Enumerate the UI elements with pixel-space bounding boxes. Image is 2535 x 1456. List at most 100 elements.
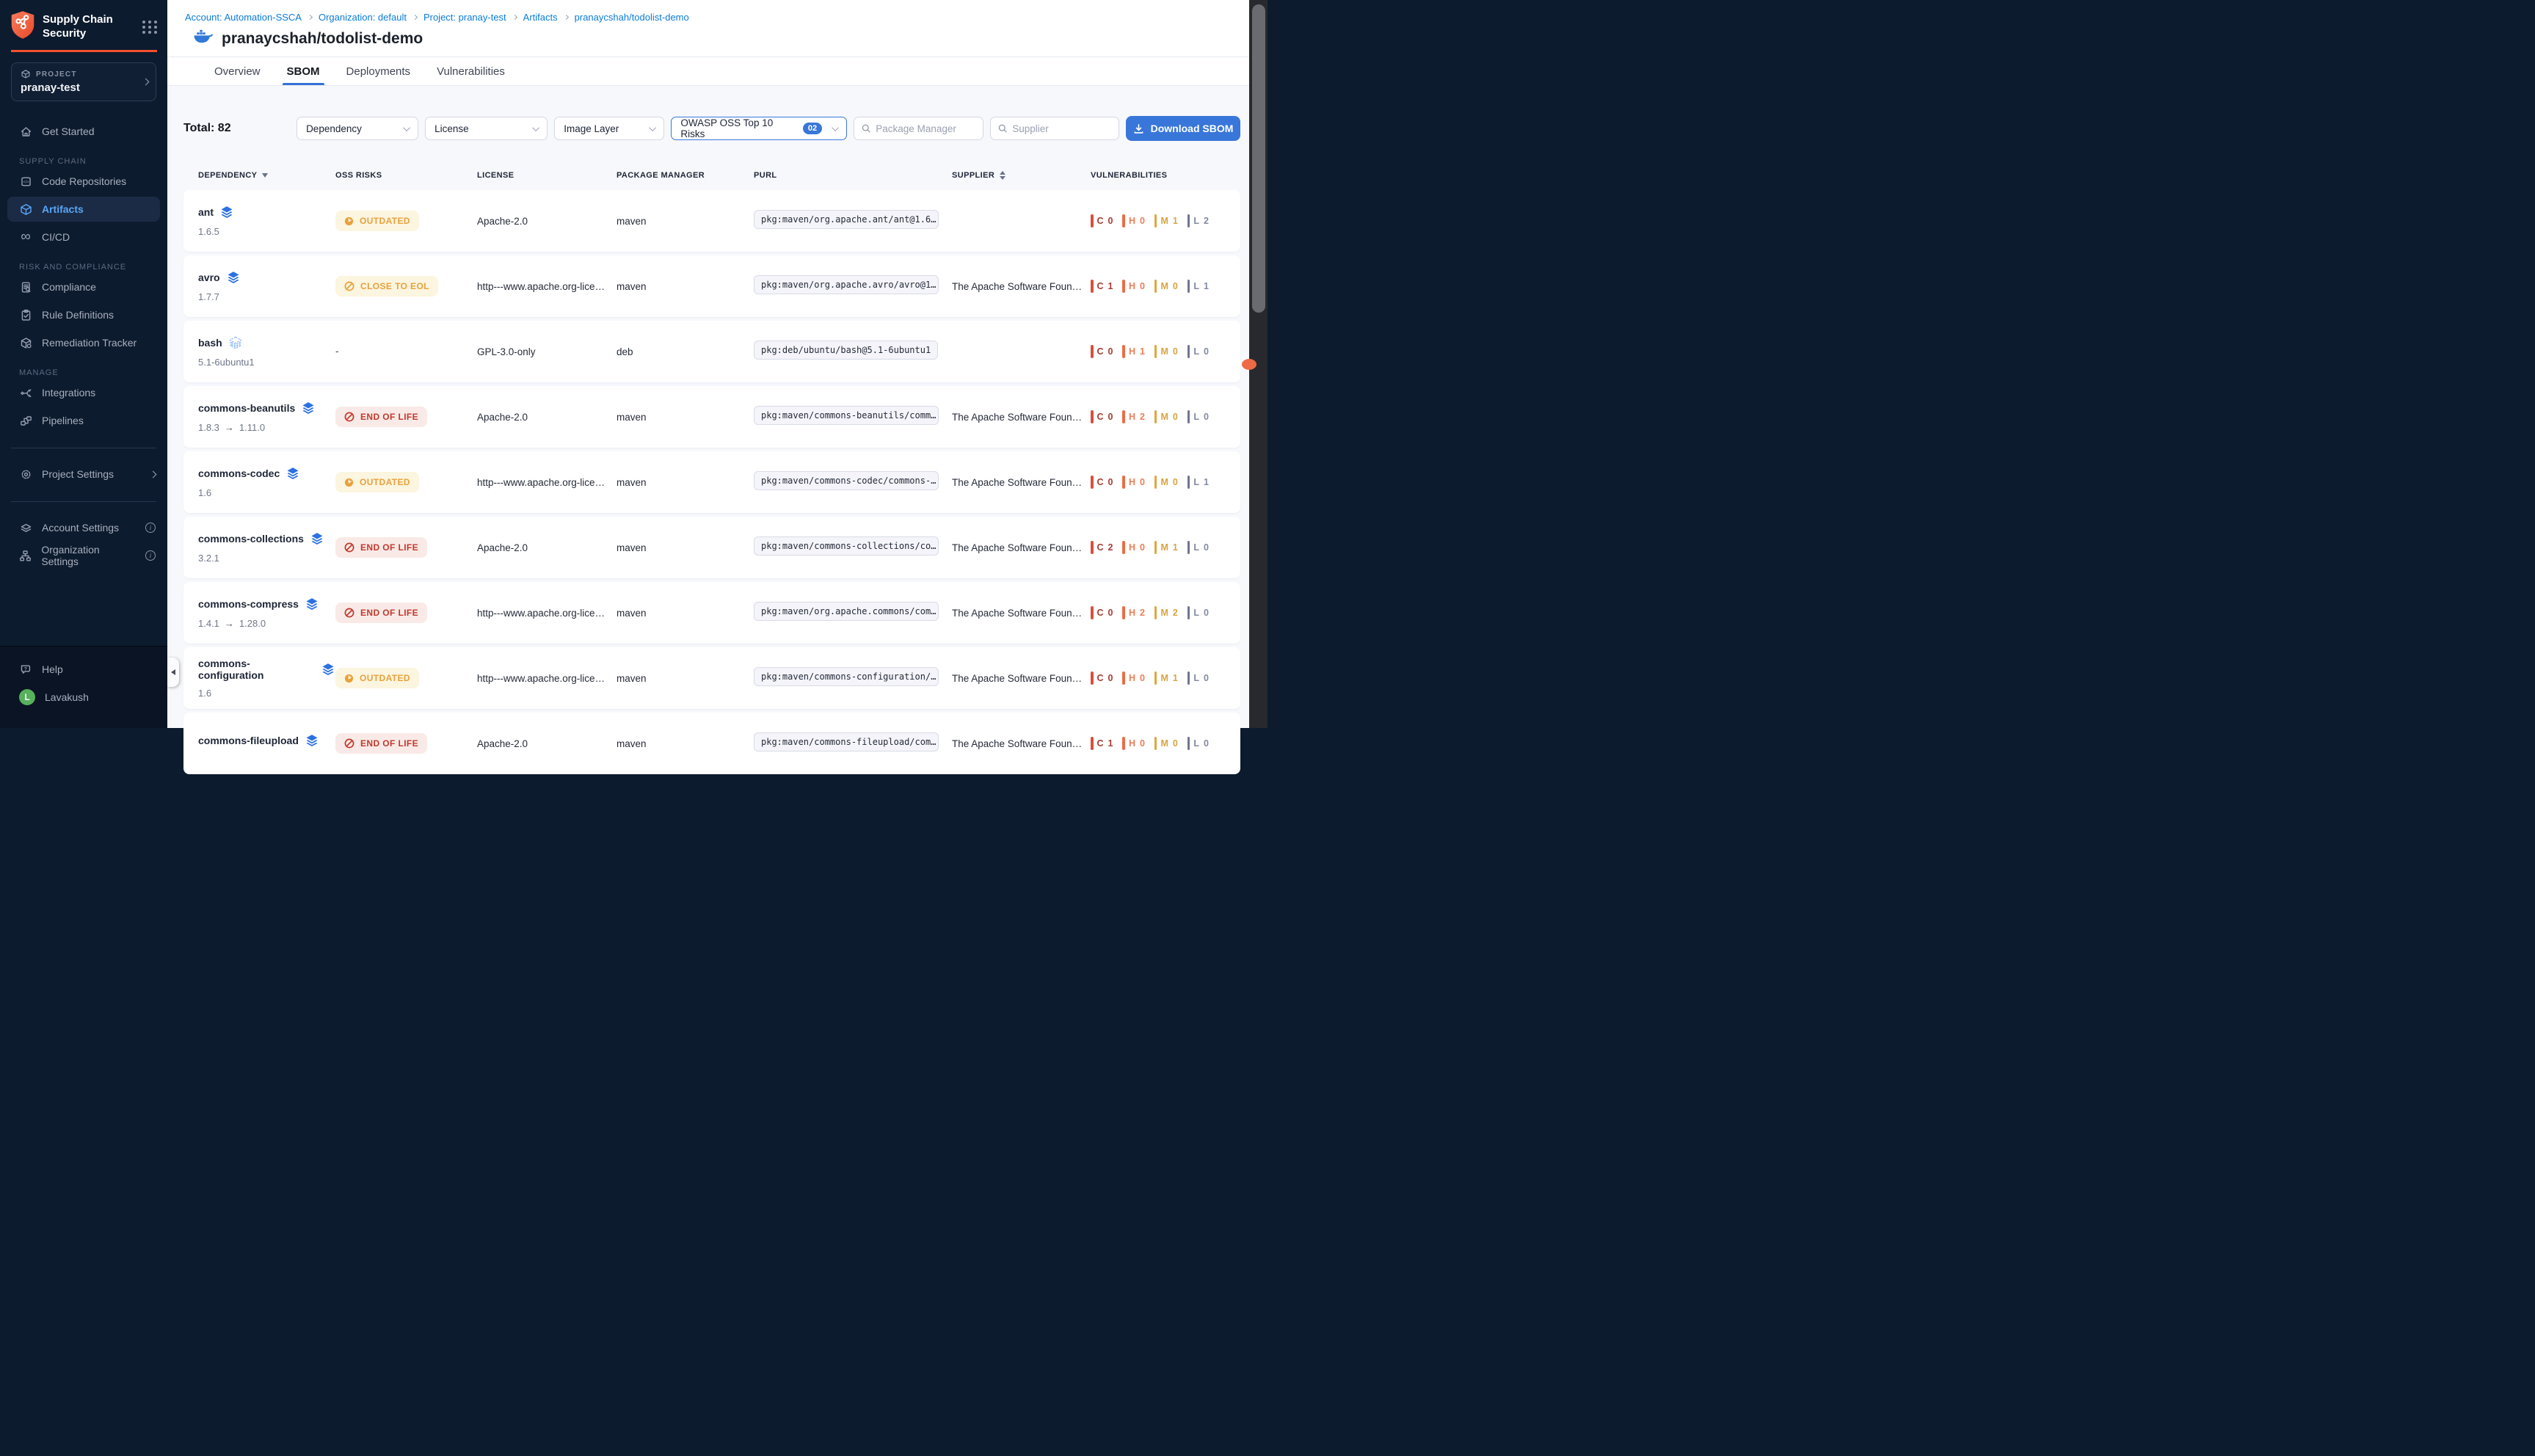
purl-chip[interactable]: pkg:maven/commons-codec/commons-…	[754, 471, 939, 490]
dependency-version: 1.6→	[198, 487, 335, 498]
sidebar-item-compliance[interactable]: Compliance	[0, 274, 167, 299]
purl-chip[interactable]: pkg:maven/org.apache.avro/avro@1…	[754, 275, 939, 294]
purl-chip[interactable]: pkg:maven/org.apache.ant/ant@1.6…	[754, 210, 939, 229]
sidebar-item-label: Pipelines	[42, 415, 84, 426]
purl-chip[interactable]: pkg:maven/commons-beanutils/comm…	[754, 406, 939, 425]
severity-count-m: M0	[1154, 476, 1178, 489]
breadcrumb-artifact-link[interactable]: pranaycshah/todolist-demo	[575, 12, 689, 23]
table-row[interactable]: avro 1.7.7→ CLOSE TO EOL http---w	[183, 255, 1240, 317]
chevron-down-icon	[832, 124, 839, 131]
project-selector[interactable]: PROJECT pranay-test	[11, 62, 156, 101]
sidebar-item-organization-settings[interactable]: Organization Settings i	[0, 543, 167, 568]
table-row[interactable]: commons-codec 1.6→ OUTDATED http-	[183, 451, 1240, 513]
table-row[interactable]: commons-beanutils 1.8.3→1.11.0 END OF LI…	[183, 386, 1240, 448]
column-header-vulnerabilities[interactable]: VULNERABILITIES	[1091, 171, 1240, 180]
sidebar-item-label: Organization Settings	[41, 544, 136, 567]
oss-risk-badge: END OF LIFE	[335, 603, 427, 623]
column-header-purl[interactable]: PURL	[754, 171, 952, 180]
package-manager-value: maven	[617, 281, 754, 292]
module-switcher-grid-icon[interactable]	[142, 21, 159, 34]
table-row[interactable]: commons-collections 3.2.1→ END OF LIFE	[183, 517, 1240, 578]
table-row[interactable]: ant 1.6.5→ OUTDATED Apache-2.0	[183, 190, 1240, 252]
sidebar-item-help[interactable]: ? Help	[0, 657, 167, 682]
sidebar-footer: ? Help L Lavakush	[0, 646, 167, 728]
severity-count-c: C0	[1091, 410, 1113, 423]
severity-count-c: C0	[1091, 476, 1113, 489]
supplier-search-input[interactable]	[1012, 123, 1111, 134]
table-row[interactable]: commons-compress 1.4.1→1.28.0 END OF LIF…	[183, 582, 1240, 644]
sidebar-item-code-repositories[interactable]: </> Code Repositories	[0, 169, 167, 194]
purl-chip[interactable]: pkg:deb/ubuntu/bash@5.1-6ubuntu1	[754, 341, 938, 360]
tab-sbom[interactable]: SBOM	[287, 57, 320, 85]
severity-count-m: M0	[1154, 737, 1178, 750]
breadcrumb: Account: Automation-SSCA Organization: d…	[167, 0, 1249, 23]
breadcrumb-project-link[interactable]: Project: pranay-test	[423, 12, 506, 23]
image-layer-filter-dropdown[interactable]: Image Layer	[554, 117, 664, 140]
download-icon	[1133, 123, 1144, 134]
dependency-name: commons-configuration	[198, 658, 315, 681]
sidebar-item-cicd[interactable]: ∞ CI/CD	[0, 225, 167, 250]
brand-accent-rule	[11, 50, 157, 52]
sidebar-item-account-settings[interactable]: Account Settings i	[0, 515, 167, 540]
document-search-icon	[19, 281, 32, 294]
sidebar-collapse-handle[interactable]	[167, 658, 179, 687]
table-row[interactable]: bash 5.1-6ubuntu1→ - GPL-3.0-only deb pk…	[183, 321, 1240, 382]
tab-overview[interactable]: Overview	[214, 57, 261, 85]
sidebar-item-project-settings[interactable]: Project Settings	[0, 462, 167, 487]
download-sbom-button[interactable]: Download SBOM	[1126, 116, 1240, 141]
severity-count-h: H0	[1122, 541, 1144, 554]
info-icon[interactable]: i	[145, 550, 156, 561]
purl-chip[interactable]: pkg:maven/commons-fileupload/com…	[754, 732, 939, 751]
license-filter-dropdown[interactable]: License	[425, 117, 548, 140]
table-row[interactable]: commons-configuration 1.6→ OUTDATED	[183, 647, 1240, 709]
column-header-dependency[interactable]: DEPENDENCY	[198, 171, 335, 180]
vulnerability-counts: C0H2M2L0	[1091, 606, 1240, 619]
dependency-name: commons-collections	[198, 533, 304, 545]
user-menu[interactable]: L Lavakush	[0, 685, 167, 710]
package-manager-search-input[interactable]	[876, 123, 975, 134]
layers-icon	[305, 733, 319, 748]
package-manager-value: maven	[617, 542, 754, 553]
severity-count-m: M1	[1154, 671, 1178, 685]
layers-icon	[305, 597, 319, 611]
tab-vulnerabilities[interactable]: Vulnerabilities	[437, 57, 505, 85]
column-header-supplier[interactable]: SUPPLIER	[952, 171, 1091, 180]
severity-count-m: M1	[1154, 214, 1178, 228]
sidebar-item-remediation-tracker[interactable]: Remediation Tracker	[0, 330, 167, 355]
tab-deployments[interactable]: Deployments	[346, 57, 411, 85]
supplier-value: The Apache Software Foun…	[952, 673, 1091, 684]
breadcrumb-artifacts-link[interactable]: Artifacts	[523, 12, 558, 23]
purl-chip[interactable]: pkg:maven/commons-collections/co…	[754, 536, 939, 556]
package-manager-value: maven	[617, 216, 754, 227]
oss-risk-badge: END OF LIFE	[335, 733, 427, 754]
owasp-risks-filter-dropdown[interactable]: OWASP OSS Top 10 Risks 02	[671, 117, 847, 140]
sidebar-item-get-started[interactable]: Get Started	[0, 119, 167, 144]
sidebar-item-pipelines[interactable]: Pipelines	[0, 408, 167, 433]
info-icon[interactable]: i	[145, 523, 156, 533]
breadcrumb-organization-link[interactable]: Organization: default	[319, 12, 407, 23]
layers-icon	[310, 531, 324, 546]
severity-count-l: L2	[1188, 214, 1209, 228]
severity-count-m: M0	[1154, 345, 1178, 358]
chevron-right-icon	[564, 15, 569, 20]
pipelines-icon	[19, 415, 32, 427]
severity-count-h: H0	[1122, 671, 1144, 685]
gear-icon	[19, 468, 32, 481]
column-header-package-manager[interactable]: PACKAGE MANAGER	[617, 171, 754, 180]
supplier-value: The Apache Software Foun…	[952, 738, 1091, 749]
dependency-filter-dropdown[interactable]: Dependency	[297, 117, 418, 140]
dependency-version: 3.2.1→	[198, 553, 335, 564]
column-header-license[interactable]: LICENSE	[477, 171, 617, 180]
sidebar-item-integrations[interactable]: Integrations	[0, 380, 167, 405]
page-scrollbar-thumb[interactable]	[1252, 4, 1265, 313]
severity-count-l: L0	[1188, 410, 1209, 423]
breadcrumb-account-link[interactable]: Account: Automation-SSCA	[185, 12, 302, 23]
column-header-oss-risks[interactable]: OSS RISKS	[335, 171, 477, 180]
purl-chip[interactable]: pkg:maven/commons-configuration/…	[754, 667, 939, 686]
sidebar-item-rule-definitions[interactable]: Rule Definitions	[0, 302, 167, 327]
severity-count-l: L0	[1188, 345, 1209, 358]
purl-chip[interactable]: pkg:maven/org.apache.commons/com…	[754, 602, 939, 621]
table-row[interactable]: commons-fileupload → END OF LIFE	[183, 713, 1240, 774]
license-value: Apache-2.0	[477, 542, 617, 553]
sidebar-item-artifacts[interactable]: Artifacts	[7, 197, 160, 222]
